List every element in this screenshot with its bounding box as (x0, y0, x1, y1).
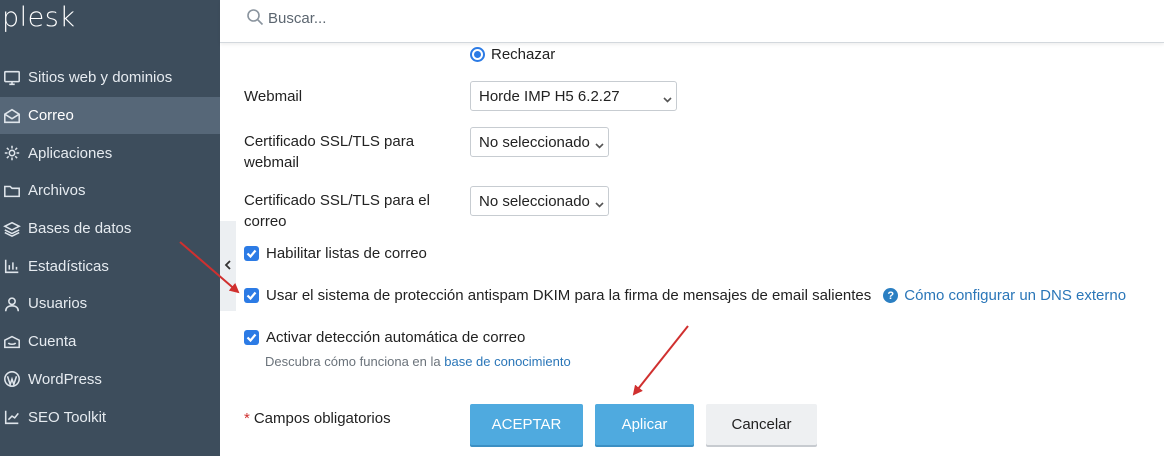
required-fields-note: * Campos obligatorios (244, 410, 391, 427)
sidebar-item-label: Cuenta (28, 333, 77, 351)
sidebar-item-label: WordPress (28, 370, 102, 388)
layers-icon (2, 219, 22, 239)
webmail-label: Webmail (244, 88, 303, 105)
bar-chart-icon (2, 256, 22, 276)
sidebar-item-label: Bases de datos (28, 220, 132, 238)
hint-text: Descubra cómo funciona en la (265, 354, 441, 369)
sidebar-item-label: Estadísticas (28, 257, 109, 275)
gear-icon (2, 143, 22, 163)
user-icon (2, 294, 22, 314)
sidebar-item-label: Aplicaciones (28, 144, 113, 162)
cancel-button[interactable]: Cancelar (706, 404, 817, 445)
ok-button[interactable]: ACEPTAR (470, 404, 583, 445)
folder-icon (2, 181, 22, 201)
account-icon (2, 332, 22, 352)
sidebar-item-wordpress[interactable]: WordPress (0, 361, 220, 399)
sidebar-item-label: Archivos (28, 182, 86, 200)
sidebar-item-account[interactable]: Cuenta (0, 323, 220, 361)
sidebar-item-databases[interactable]: Bases de datos (0, 210, 220, 248)
sidebar-item-applications[interactable]: Aplicaciones (0, 134, 220, 172)
search-input[interactable] (268, 6, 768, 30)
sidebar-nav: Sitios web y dominios Correo Aplicacione… (0, 59, 220, 436)
knowledge-base-link[interactable]: base de conocimiento (444, 354, 570, 369)
webmail-select-value: Horde IMP H5 6.2.27 (479, 87, 620, 105)
sidebar-item-websites[interactable]: Sitios web y dominios (0, 59, 220, 97)
ssl-webmail-label: Certificado SSL/TLS para webmail (244, 133, 415, 171)
seo-icon (2, 407, 22, 427)
sidebar-item-users[interactable]: Usuarios (0, 285, 220, 323)
plesk-logo[interactable]: plesk (2, 2, 75, 33)
sidebar-item-label: Usuarios (28, 295, 88, 313)
sidebar-item-label: SEO Toolkit (28, 408, 107, 426)
search-icon (246, 8, 264, 31)
mailing-lists-checkbox[interactable] (244, 246, 259, 261)
monitor-icon (2, 68, 22, 88)
radio-label: Rechazar (491, 46, 556, 63)
required-asterisk: * (244, 410, 250, 427)
external-dns-help-text: Cómo configurar un DNS externo (904, 287, 1127, 304)
autodiscover-label: Activar detección automática de correo (266, 329, 526, 346)
apply-button[interactable]: Aplicar (595, 404, 694, 445)
autodiscover-hint: Descubra cómo funciona en la base de con… (265, 354, 571, 369)
select-caret-icon (595, 196, 604, 208)
dkim-label: Usar el sistema de protección antispam D… (266, 287, 872, 304)
sidebar-collapse-handle[interactable] (220, 221, 236, 311)
radio-button[interactable] (470, 47, 485, 62)
autodiscover-checkbox[interactable] (244, 330, 259, 345)
arrow-to-apply-button (632, 325, 689, 396)
sidebar-item-files[interactable]: Archivos (0, 172, 220, 210)
autodiscover-row: Activar detección automática de correo (244, 329, 525, 346)
dkim-row: Usar el sistema de protección antispam D… (244, 287, 1126, 304)
ssl-mail-select-value: No seleccionado (479, 192, 590, 210)
sidebar: plesk Sitios web y dominios Correo Aplic… (0, 0, 220, 456)
dkim-checkbox[interactable] (244, 288, 259, 303)
ssl-webmail-select[interactable]: No seleccionado (470, 127, 609, 157)
mailing-lists-label: Habilitar listas de correo (266, 245, 427, 262)
ssl-webmail-select-value: No seleccionado (479, 133, 590, 151)
sidebar-item-label: Correo (28, 107, 74, 125)
sidebar-item-seo-toolkit[interactable]: SEO Toolkit (0, 398, 220, 436)
mail-icon (2, 106, 22, 126)
reject-radio[interactable]: Rechazar (470, 46, 555, 63)
select-caret-icon (663, 91, 672, 103)
wordpress-icon (2, 369, 22, 389)
mailing-lists-row: Habilitar listas de correo (244, 245, 427, 262)
ssl-mail-select[interactable]: No seleccionado (470, 186, 609, 216)
question-icon: ? (883, 288, 899, 303)
chevron-left-icon (223, 257, 233, 275)
sidebar-item-statistics[interactable]: Estadísticas (0, 247, 220, 285)
external-dns-help-link[interactable]: ? Cómo configurar un DNS externo (883, 287, 1126, 304)
webmail-select[interactable]: Horde IMP H5 6.2.27 (470, 81, 677, 111)
sidebar-item-mail[interactable]: Correo (0, 96, 220, 135)
required-fields-text: Campos obligatorios (253, 410, 391, 427)
sidebar-item-label: Sitios web y dominios (28, 69, 173, 87)
search-header (220, 0, 1164, 43)
ssl-mail-label: Certificado SSL/TLS para el correo (244, 192, 430, 230)
select-caret-icon (595, 137, 604, 149)
